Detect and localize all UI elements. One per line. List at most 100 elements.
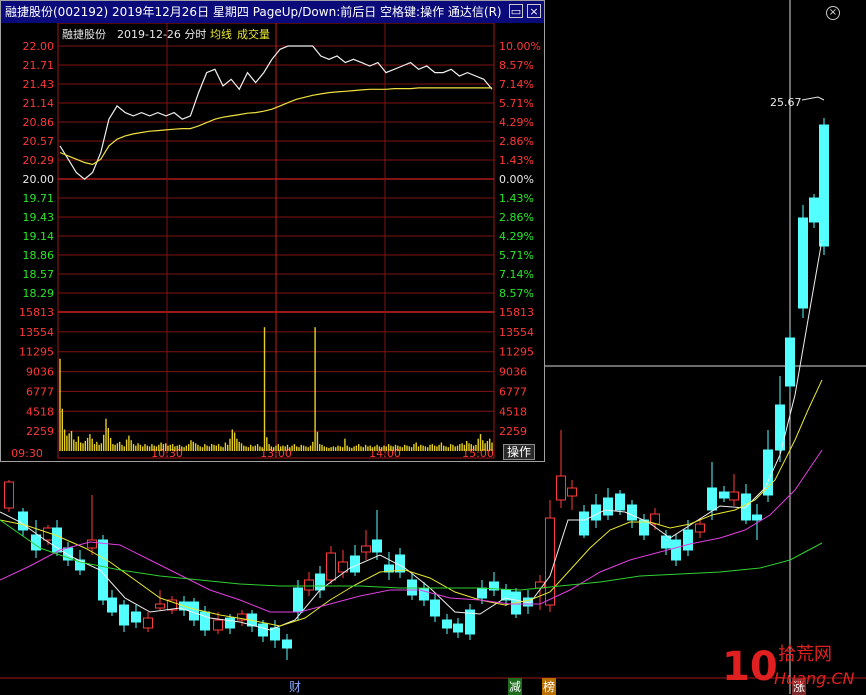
candle-up (567, 487, 577, 497)
candle-down (671, 539, 681, 561)
volume-tick: 4518 (499, 405, 527, 418)
svg-text:10: 10 (722, 644, 778, 690)
price-tick: 18.86 (23, 249, 55, 262)
candle-down (293, 587, 303, 613)
price-tick: 19.43 (23, 211, 55, 224)
candle-up (143, 617, 153, 629)
candle-down (809, 197, 819, 223)
volume-tick: 13554 (499, 326, 534, 339)
candle-down (615, 493, 625, 511)
pct-tick: 1.43% (499, 192, 534, 205)
price-tick: 21.43 (23, 78, 55, 91)
candle-down (131, 611, 141, 623)
candle-up (326, 552, 336, 581)
popup-title-bar[interactable]: 融捷股份(002192) 2019年12月26日 星期四 PageUp/Down… (1, 1, 544, 23)
candle-down (453, 623, 463, 633)
header-volume-label: 成交量 (237, 27, 270, 41)
pct-tick: 4.29% (499, 116, 534, 129)
candle-down (603, 497, 613, 516)
price-tick: 21.71 (23, 59, 55, 72)
candle-down (798, 217, 808, 309)
price-tick: 19.71 (23, 192, 55, 205)
candle-down (752, 514, 762, 521)
volume-tick: 15813 (19, 306, 54, 319)
candle-up (4, 481, 14, 509)
pct-tick: 4.29% (499, 230, 534, 243)
candle-down (707, 487, 717, 511)
volume-tick: 9036 (499, 366, 527, 379)
candle-up (304, 579, 314, 591)
popup-title: 融捷股份(002192) 2019年12月26日 星期四 PageUp/Down… (5, 5, 502, 19)
svg-text:拾荒网: 拾荒网 (778, 644, 832, 665)
marker-cai: 财 (289, 680, 302, 694)
pct-tick: 5.71% (499, 249, 534, 262)
pct-tick: 2.86% (499, 135, 534, 148)
restore-button[interactable]: ▭ (509, 4, 523, 18)
candle-down (107, 597, 117, 613)
candle-down (785, 337, 795, 387)
pct-tick: 2.86% (499, 211, 534, 224)
pct-tick: 10.00% (499, 40, 541, 53)
candle-down (579, 511, 589, 536)
price-tick: 22.00 (23, 40, 55, 53)
candle-down (430, 599, 440, 617)
candle-down (225, 617, 235, 629)
candle-down (18, 511, 28, 531)
time-tick: 09:30 (11, 447, 43, 460)
candle-down (372, 539, 382, 553)
svg-text:Huang.CN: Huang.CN (774, 669, 855, 688)
volume-tick: 9036 (26, 366, 54, 379)
pct-tick: 0.00% (499, 173, 534, 186)
watermark-logo: 10 拾荒网 Huang.CN (722, 644, 855, 690)
volume-tick: 2259 (26, 425, 54, 438)
marker-bang: 榜 (542, 678, 557, 695)
volume-tick: 2259 (499, 425, 527, 438)
candle-up (213, 619, 223, 631)
pct-tick: 1.43% (499, 154, 534, 167)
high-price-arrow (801, 96, 825, 101)
candle-down (282, 639, 292, 649)
candle-up (87, 539, 97, 549)
operate-button[interactable]: 操作 (503, 444, 535, 460)
close-button[interactable]: × (527, 4, 541, 18)
marker-jian: 减 (508, 678, 523, 695)
candle-down (258, 623, 268, 637)
main-close-button[interactable]: × (826, 6, 840, 20)
price-tick: 20.57 (23, 135, 55, 148)
candle-down (719, 491, 729, 499)
price-tick: 20.86 (23, 116, 55, 129)
volume-tick: 6777 (499, 385, 527, 398)
pct-tick: 8.57% (499, 59, 534, 72)
candle-down (477, 587, 487, 599)
volume-tick: 11295 (19, 346, 54, 359)
candle-down (119, 604, 129, 626)
header-date: 2019-12-26 分时 (117, 28, 206, 41)
candle-down (442, 619, 452, 629)
pct-tick: 7.14% (499, 78, 534, 91)
price-tick: 19.14 (23, 230, 55, 243)
volume-tick: 15813 (499, 306, 534, 319)
pct-tick: 5.71% (499, 97, 534, 110)
intraday-chart[interactable]: 22.00 10.00% 21.71 8.57% 21.43 7.14% 21.14 5.71… (1, 23, 544, 461)
volume-tick: 6777 (26, 385, 54, 398)
candle-down (270, 627, 280, 641)
pct-tick: 8.57% (499, 287, 534, 300)
high-price-label: 25.67 (770, 96, 802, 109)
candle-up (361, 545, 371, 553)
candle-up (729, 491, 739, 501)
candle-down (627, 504, 637, 521)
price-tick: 20.29 (23, 154, 55, 167)
volume-tick: 13554 (19, 326, 54, 339)
price-tick: 20.00 (23, 173, 55, 186)
pct-tick: 7.14% (499, 268, 534, 281)
candle-down (819, 124, 829, 247)
candle-down (189, 601, 199, 621)
candle-up (155, 603, 165, 609)
intraday-popup-window: 融捷股份(002192) 2019年12月26日 星期四 PageUp/Down… (0, 0, 545, 462)
candle-up (556, 475, 566, 501)
candle-down (683, 529, 693, 551)
candle-down (200, 611, 210, 631)
candle-up (695, 523, 705, 533)
price-tick: 18.57 (23, 268, 55, 281)
volume-tick: 11295 (499, 346, 534, 359)
